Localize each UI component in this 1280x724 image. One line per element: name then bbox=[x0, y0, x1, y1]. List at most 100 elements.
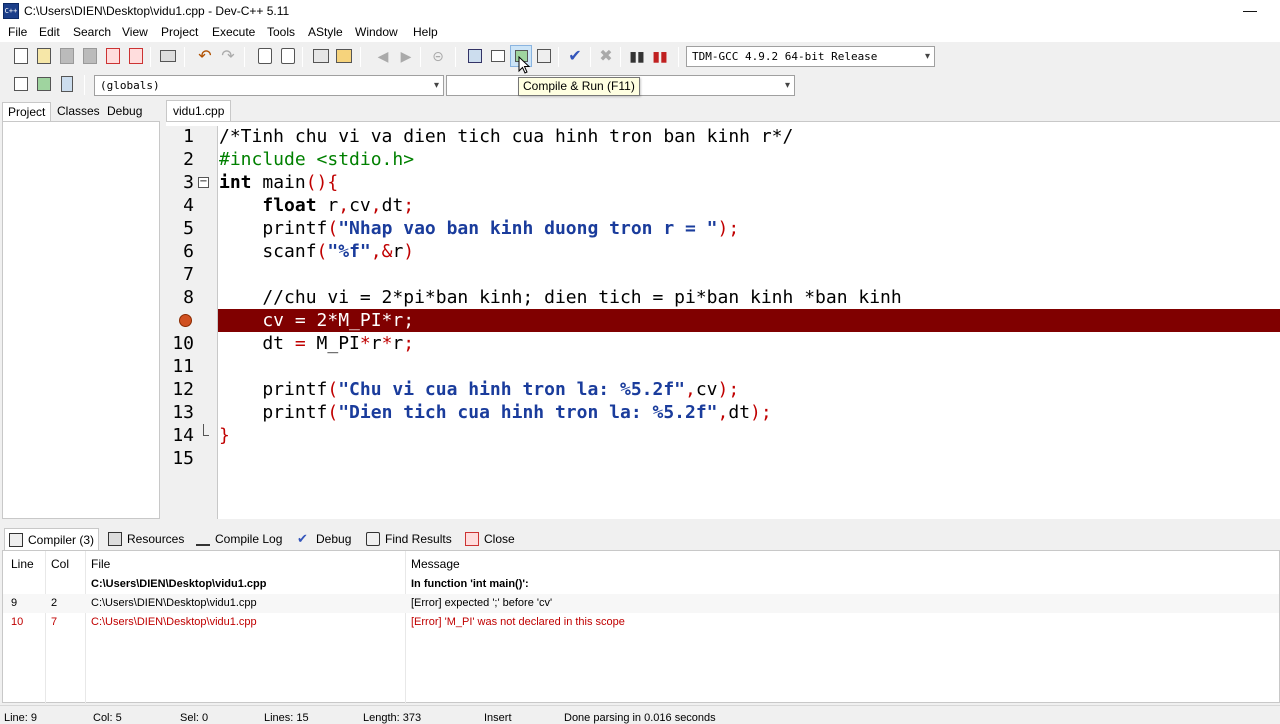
syntax-check-icon[interactable]: ✔ bbox=[564, 45, 586, 67]
code-line[interactable]: 10 dt = M_PI*r*r; bbox=[166, 332, 1280, 355]
result-row[interactable]: C:\Users\DIEN\Desktop\vidu1.cpp In functi… bbox=[3, 575, 1279, 594]
header-file[interactable]: File bbox=[91, 557, 110, 571]
tab-debug[interactable]: Debug bbox=[102, 102, 147, 122]
goto-declaration-icon[interactable] bbox=[33, 73, 55, 95]
unindent-icon[interactable]: ◀ bbox=[372, 45, 394, 67]
window-title: C:\Users\DIEN\Desktop\vidu1.cpp - Dev-C+… bbox=[24, 4, 290, 18]
scope-select-value: (globals) bbox=[100, 79, 160, 92]
tab-classes[interactable]: Classes bbox=[52, 102, 105, 122]
goto-definition-icon[interactable] bbox=[56, 73, 78, 95]
code-text: printf("Nhap vao ban kinh duong tron r =… bbox=[219, 217, 739, 240]
code-line[interactable]: 6 scanf("%f",&r) bbox=[166, 240, 1280, 263]
tab-compile-log-label: Compile Log bbox=[215, 532, 283, 546]
menu-astyle[interactable]: AStyle bbox=[308, 25, 343, 39]
editor-tab-vidu1[interactable]: vidu1.cpp bbox=[166, 100, 232, 122]
error-marker-icon[interactable] bbox=[179, 314, 192, 327]
indent-icon[interactable]: ▶ bbox=[395, 45, 417, 67]
code-token: * bbox=[359, 333, 371, 354]
new-file-icon[interactable] bbox=[10, 45, 32, 67]
tab-debug-output[interactable]: ✔ Debug bbox=[293, 528, 355, 550]
close-file-icon[interactable] bbox=[102, 45, 124, 67]
tab-resources[interactable]: Resources bbox=[104, 528, 188, 550]
goto-line-icon[interactable] bbox=[310, 45, 332, 67]
code-line[interactable]: 2 #include <stdio.h> bbox=[166, 148, 1280, 171]
close-all-icon[interactable] bbox=[125, 45, 147, 67]
code-token: r bbox=[392, 333, 404, 354]
status-col: Col: 5 bbox=[93, 712, 122, 724]
code-line[interactable]: 8 //chu vi = 2*pi*ban kinh; dien tich = … bbox=[166, 286, 1280, 309]
menu-window[interactable]: Window bbox=[355, 25, 398, 39]
code-line[interactable]: 1 /*Tinh chu vi va dien tich cua hinh tro… bbox=[166, 125, 1280, 148]
code-token: //chu vi = 2*pi*ban kinh; dien tich = pi… bbox=[219, 287, 902, 308]
code-line[interactable]: 11 bbox=[166, 355, 1280, 378]
menu-file[interactable]: File bbox=[8, 25, 27, 39]
tab-compiler[interactable]: Compiler (3) bbox=[4, 528, 100, 550]
compile-run-tooltip: Compile & Run (F11) bbox=[518, 77, 640, 96]
menu-execute[interactable]: Execute bbox=[212, 25, 255, 39]
insert-icon[interactable] bbox=[10, 73, 32, 95]
redo-icon[interactable]: ↷ bbox=[217, 45, 239, 67]
toggle-comment-icon[interactable]: ⊝ bbox=[427, 45, 449, 67]
scope-select[interactable]: (globals) ▾ bbox=[94, 75, 444, 96]
print-icon[interactable] bbox=[157, 45, 179, 67]
compiler-select[interactable]: TDM-GCC 4.9.2 64-bit Release ▾ bbox=[686, 46, 935, 67]
compile-icon[interactable] bbox=[464, 45, 486, 67]
code-line[interactable]: cv = 2*M_PI*r; bbox=[166, 309, 1280, 332]
header-col[interactable]: Col bbox=[51, 557, 69, 571]
status-length: Length: 373 bbox=[363, 712, 422, 724]
check-icon: ✔ bbox=[297, 531, 308, 546]
result-row[interactable]: 10 7 C:\Users\DIEN\Desktop\vidu1.cpp [Error… bbox=[3, 613, 1279, 632]
run-icon[interactable] bbox=[487, 45, 509, 67]
stop-execution-icon[interactable]: ✖ bbox=[595, 45, 617, 67]
tab-resources-label: Resources bbox=[127, 532, 185, 546]
save-all-icon[interactable] bbox=[79, 45, 101, 67]
header-message[interactable]: Message bbox=[411, 557, 460, 571]
profile-chart-icon[interactable]: ▮▮ bbox=[626, 45, 648, 67]
code-token: ( bbox=[327, 402, 339, 423]
code-line[interactable]: 13 printf("Dien tich cua hinh tron la: %… bbox=[166, 401, 1280, 424]
code-line[interactable]: 4 float r,cv,dt; bbox=[166, 194, 1280, 217]
code-line[interactable]: 12 printf("Chu vi cua hinh tron la: %5.2… bbox=[166, 378, 1280, 401]
tab-compile-log[interactable]: Compile Log bbox=[192, 528, 286, 550]
bookmark-icon[interactable] bbox=[333, 45, 355, 67]
code-token: } bbox=[219, 425, 230, 446]
code-line[interactable]: 7 bbox=[166, 263, 1280, 286]
replace-icon[interactable] bbox=[277, 45, 299, 67]
header-line[interactable]: Line bbox=[11, 557, 34, 571]
open-file-icon[interactable] bbox=[33, 45, 55, 67]
chevron-down-icon: ▾ bbox=[433, 80, 439, 91]
code-line[interactable]: 3− int main(){ bbox=[166, 171, 1280, 194]
line-number: 2 bbox=[183, 149, 194, 170]
rebuild-all-icon[interactable] bbox=[533, 45, 555, 67]
code-line[interactable]: 14} bbox=[166, 424, 1280, 447]
tab-close[interactable]: Close bbox=[461, 528, 519, 550]
menu-tools[interactable]: Tools bbox=[267, 25, 295, 39]
code-line[interactable]: 5 printf("Nhap vao ban kinh duong tron r… bbox=[166, 217, 1280, 240]
close-icon bbox=[465, 532, 479, 546]
code-token: printf bbox=[219, 218, 328, 239]
compiler-select-value: TDM-GCC 4.9.2 64-bit Release bbox=[692, 50, 878, 63]
tab-find-results[interactable]: Find Results bbox=[362, 528, 456, 550]
result-row[interactable]: 9 2 C:\Users\DIEN\Desktop\vidu1.cpp [Error]… bbox=[3, 594, 1279, 613]
minimize-button[interactable]: — bbox=[1238, 1, 1262, 21]
find-icon[interactable] bbox=[254, 45, 276, 67]
fold-toggle-icon[interactable]: − bbox=[198, 177, 209, 188]
save-icon[interactable] bbox=[56, 45, 78, 67]
status-message: Done parsing in 0.016 seconds bbox=[564, 712, 716, 724]
status-line: Line: 9 bbox=[4, 712, 38, 724]
result-file: C:\Users\DIEN\Desktop\vidu1.cpp bbox=[91, 616, 257, 628]
menu-project[interactable]: Project bbox=[161, 25, 198, 39]
line-number: 3 bbox=[183, 172, 194, 193]
tab-project[interactable]: Project bbox=[2, 102, 52, 122]
undo-icon[interactable]: ↶ bbox=[194, 45, 216, 67]
result-col: 7 bbox=[51, 616, 58, 628]
menu-view[interactable]: View bbox=[122, 25, 148, 39]
menu-help[interactable]: Help bbox=[413, 25, 438, 39]
code-line[interactable]: 15 bbox=[166, 447, 1280, 470]
code-token: float bbox=[262, 195, 317, 216]
menu-search[interactable]: Search bbox=[73, 25, 111, 39]
menu-edit[interactable]: Edit bbox=[39, 25, 60, 39]
code-token: r bbox=[392, 241, 404, 262]
chevron-down-icon: ▾ bbox=[924, 51, 930, 62]
delete-profile-icon[interactable]: ▮▮ bbox=[649, 45, 671, 67]
